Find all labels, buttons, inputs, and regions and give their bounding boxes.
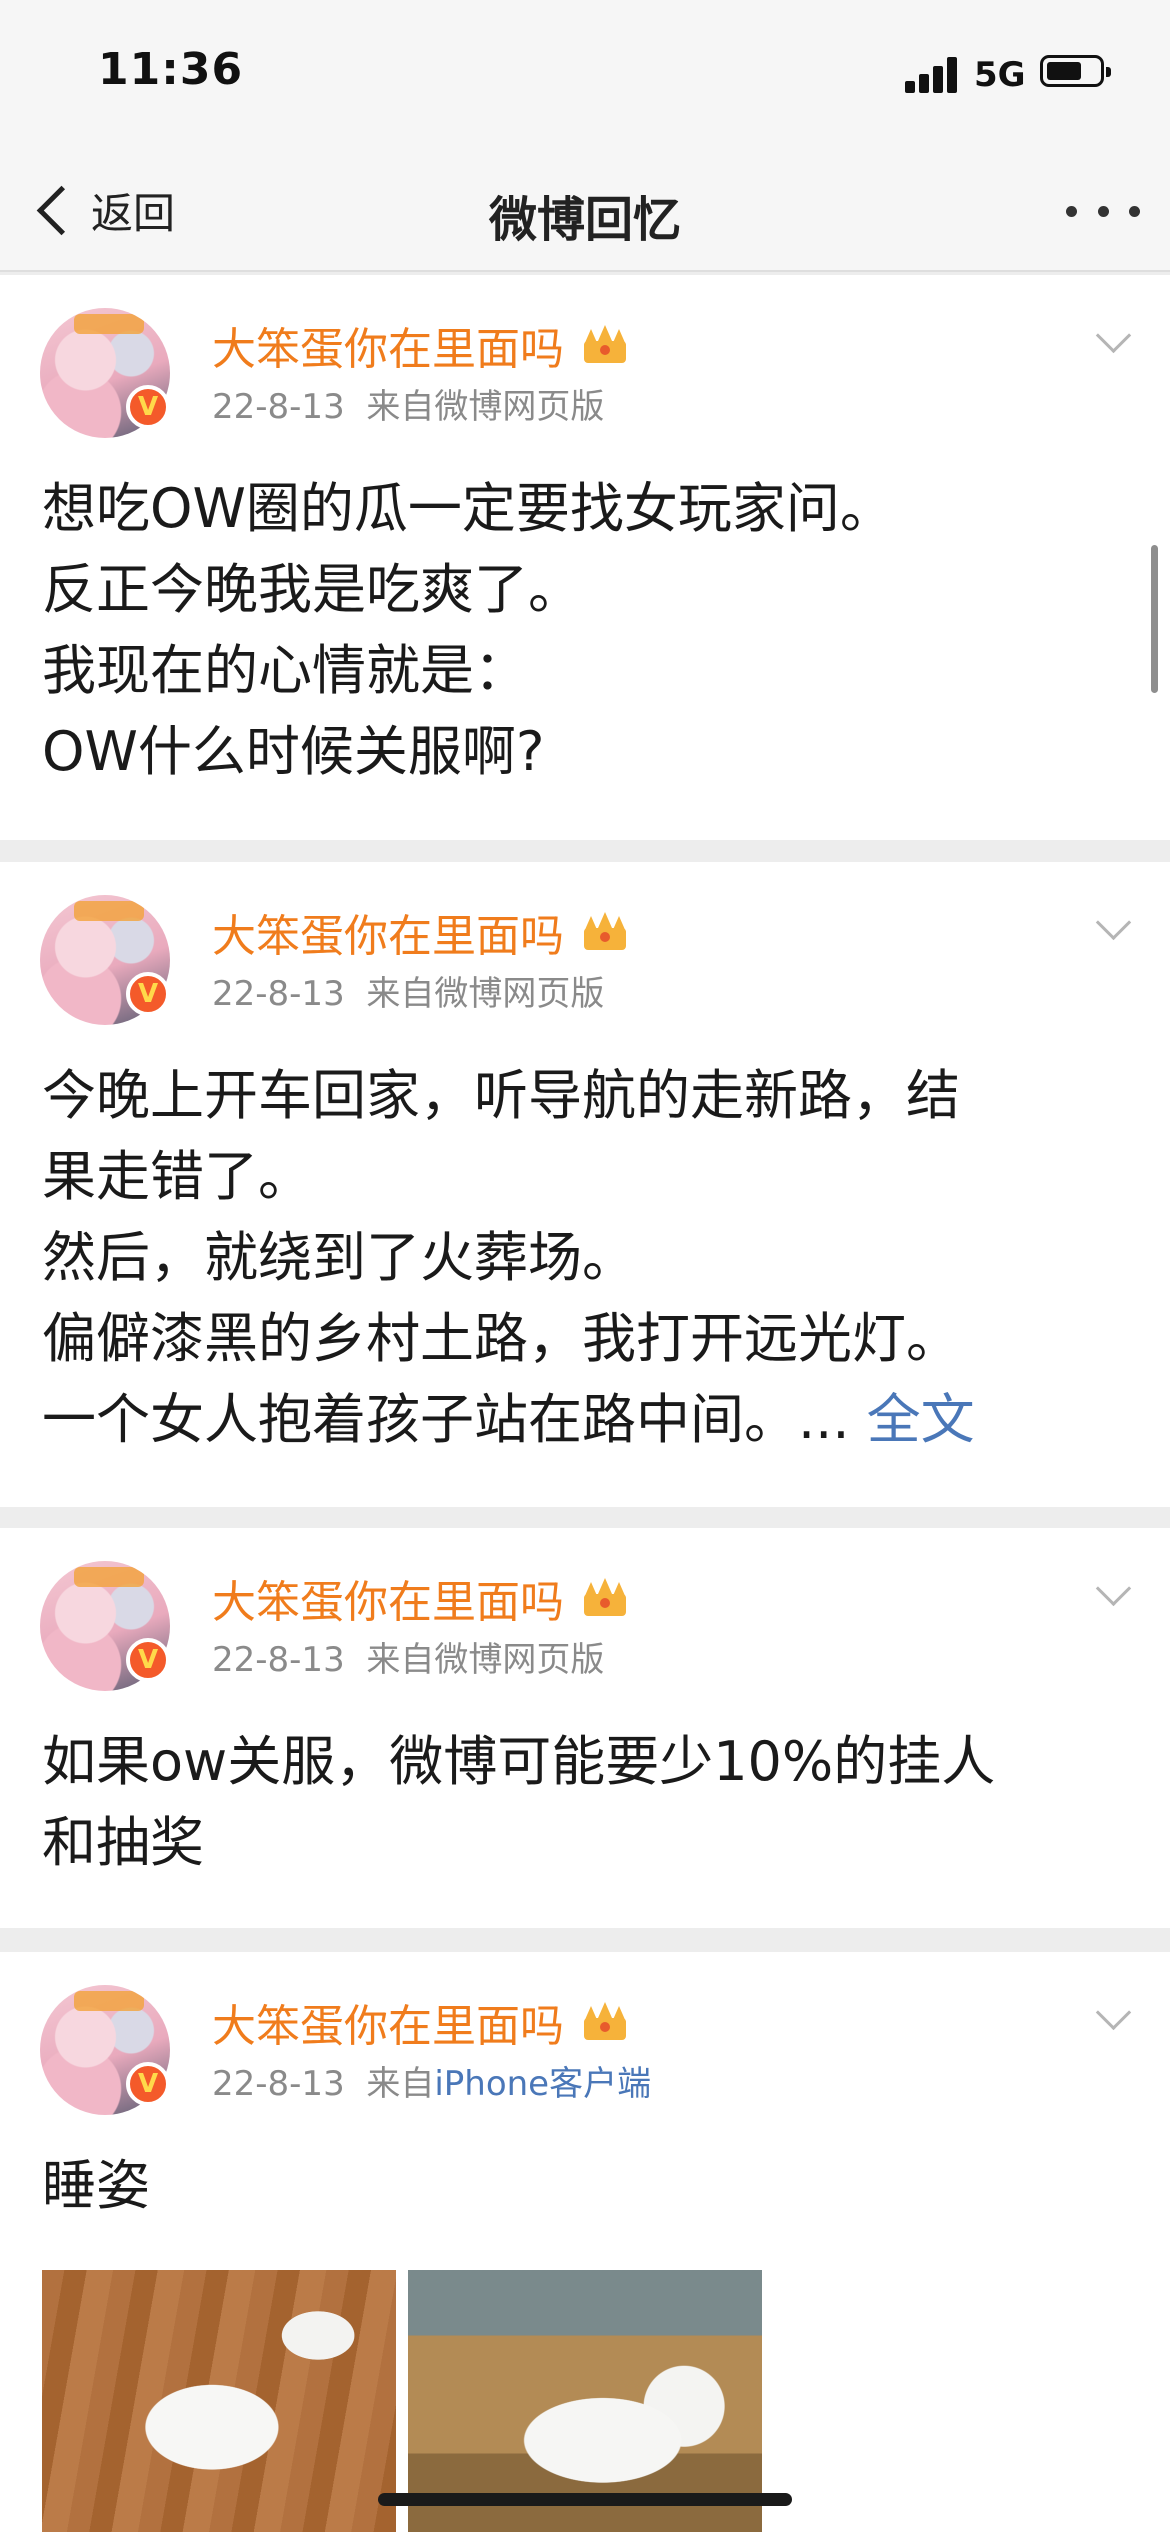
scrollbar[interactable] bbox=[1151, 545, 1158, 693]
post-text: 睡姿 bbox=[42, 2145, 1132, 2226]
verified-badge-icon: V bbox=[126, 2062, 170, 2106]
post-source-prefix: 来自 bbox=[366, 2064, 435, 2104]
post-meta: 22-8-13 来自iPhone客户端 bbox=[212, 2056, 651, 2105]
post-line: 想吃OW圈的瓜一定要找女玩家问。 bbox=[42, 477, 894, 540]
post-line: 反正今晚我是吃爽了。 bbox=[42, 558, 582, 621]
vip-crown-icon bbox=[576, 2000, 634, 2044]
post-card[interactable]: V 大笨蛋你在里面吗 22-8-13 来自微博网页版 想吃OW圈的瓜一定要找女玩… bbox=[0, 275, 1170, 840]
post-source-prefix: 来自 bbox=[366, 1640, 435, 1680]
chevron-left-icon bbox=[36, 185, 87, 235]
username[interactable]: 大笨蛋你在里面吗 bbox=[212, 900, 564, 964]
chevron-down-icon[interactable] bbox=[1095, 904, 1132, 941]
post-text: 如果ow关服，微博可能要少10%的挂人 和抽奖 bbox=[42, 1721, 1132, 1883]
cellular-signal-icon bbox=[905, 57, 959, 93]
home-indicator[interactable] bbox=[378, 2493, 792, 2506]
post-date: 22-8-13 bbox=[212, 387, 345, 427]
username[interactable]: 大笨蛋你在里面吗 bbox=[212, 1990, 564, 2054]
post-line: OW什么时候关服啊? bbox=[42, 720, 545, 783]
vip-crown-icon bbox=[576, 323, 634, 367]
post-source: 微博网页版 bbox=[434, 1640, 605, 1680]
post-meta: 22-8-13 来自微博网页版 bbox=[212, 966, 604, 1015]
post-source: 微博网页版 bbox=[434, 974, 605, 1014]
post-line: 偏僻漆黑的乡村土路，我打开远光灯。 bbox=[42, 1307, 960, 1370]
post-line: 和抽奖 bbox=[42, 1811, 204, 1874]
post-line: 果走错了。 bbox=[42, 1145, 312, 1208]
username[interactable]: 大笨蛋你在里面吗 bbox=[212, 1566, 564, 1630]
post-text: 今晚上开车回家，听导航的走新路，结 果走错了。 然后，就绕到了火葬场。 偏僻漆黑… bbox=[42, 1055, 1132, 1460]
post-meta: 22-8-13 来自微博网页版 bbox=[212, 379, 604, 428]
post-line: 今晚上开车回家，听导航的走新路，结 bbox=[42, 1064, 960, 1127]
status-time: 11:36 bbox=[98, 44, 244, 95]
post-line: 一个女人抱着孩子站在路中间。... bbox=[42, 1388, 850, 1451]
post-source-link[interactable]: iPhone客户端 bbox=[434, 2064, 651, 2104]
battery-icon bbox=[1040, 55, 1111, 87]
page-title: 微博回忆 bbox=[488, 192, 681, 248]
nav-bar: 返回 微博回忆 bbox=[0, 150, 1170, 272]
vip-crown-icon bbox=[576, 910, 634, 954]
vip-crown-icon bbox=[576, 1576, 634, 1620]
post-line: 我现在的心情就是： bbox=[42, 639, 528, 702]
post-meta: 22-8-13 来自微博网页版 bbox=[212, 1632, 604, 1681]
back-button[interactable]: 返回 bbox=[30, 178, 175, 242]
post-source-prefix: 来自 bbox=[366, 974, 435, 1014]
post-line: 然后，就绕到了火葬场。 bbox=[42, 1226, 636, 1289]
post-card[interactable]: V 大笨蛋你在里面吗 22-8-13 来自微博网页版 今晚上开车回家，听导航的走… bbox=[0, 862, 1170, 1507]
chevron-down-icon[interactable] bbox=[1095, 1570, 1132, 1607]
chevron-down-icon[interactable] bbox=[1095, 317, 1132, 354]
network-type: 5G bbox=[974, 55, 1026, 95]
username[interactable]: 大笨蛋你在里面吗 bbox=[212, 313, 564, 377]
full-text-link[interactable]: 全文 bbox=[867, 1388, 975, 1451]
verified-badge-icon: V bbox=[126, 385, 170, 429]
verified-badge-icon: V bbox=[126, 972, 170, 1016]
post-date: 22-8-13 bbox=[212, 974, 345, 1014]
more-button[interactable] bbox=[1066, 196, 1140, 226]
post-date: 22-8-13 bbox=[212, 1640, 345, 1680]
post-date: 22-8-13 bbox=[212, 2064, 345, 2104]
post-card[interactable]: V 大笨蛋你在里面吗 22-8-13 来自微博网页版 如果ow关服，微博可能要少… bbox=[0, 1528, 1170, 1928]
chevron-down-icon[interactable] bbox=[1095, 1994, 1132, 2031]
verified-badge-icon: V bbox=[126, 1638, 170, 1682]
more-dots-icon bbox=[1066, 205, 1077, 217]
post-text: 想吃OW圈的瓜一定要找女玩家问。 反正今晚我是吃爽了。 我现在的心情就是： OW… bbox=[42, 468, 1132, 792]
post-source: 微博网页版 bbox=[434, 387, 605, 427]
post-image-cat-1[interactable] bbox=[42, 2270, 396, 2532]
status-bar: 11:36 5G bbox=[0, 0, 1170, 150]
post-line: 如果ow关服，微博可能要少10%的挂人 bbox=[42, 1730, 996, 1793]
post-line: 睡姿 bbox=[42, 2154, 150, 2217]
back-label: 返回 bbox=[91, 188, 176, 238]
post-source-prefix: 来自 bbox=[366, 387, 435, 427]
